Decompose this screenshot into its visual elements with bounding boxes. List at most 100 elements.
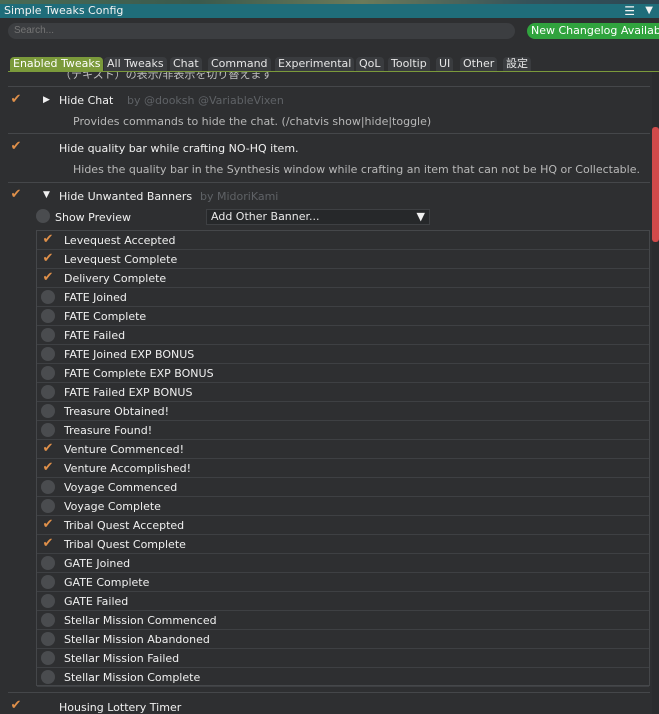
banner-row[interactable]: Treasure Obtained! [37, 402, 649, 421]
tweak-name[interactable]: Hide quality bar while crafting NO-HQ it… [59, 142, 299, 155]
banner-label: FATE Failed EXP BONUS [64, 386, 193, 399]
banner-label: Stellar Mission Abandoned [64, 633, 210, 646]
tweak-enabled-checkbox[interactable]: ✔ [9, 188, 23, 202]
tweak-name[interactable]: Housing Lottery Timer [59, 701, 181, 714]
banner-row[interactable]: ✔ Levequest Complete [37, 250, 649, 269]
hamburger-icon[interactable]: ☰ [624, 4, 635, 18]
add-other-banner-dropdown[interactable]: Add Other Banner... ▼ [206, 209, 430, 225]
banner-checkbox[interactable]: ✔ [41, 252, 55, 266]
banner-row[interactable]: ✔ Venture Accomplished! [37, 459, 649, 478]
tweak-author: by @dooksh @VariableVixen [127, 94, 284, 107]
banner-row[interactable]: ✔ Venture Commenced! [37, 440, 649, 459]
tweak-enabled-checkbox[interactable]: ✔ [9, 93, 23, 107]
tab-other[interactable]: Other [460, 57, 498, 71]
expand-arrow-icon[interactable]: ▶ [43, 95, 50, 105]
banner-label: Tribal Quest Complete [64, 538, 186, 551]
banner-checkbox[interactable] [41, 632, 55, 646]
tab-command[interactable]: Command [208, 57, 271, 71]
tweak-list[interactable]: （テキスト）の表示/非表示を切り替えます ✔ ▶ Hide Chat by @d… [0, 72, 650, 714]
banner-row[interactable]: GATE Complete [37, 573, 649, 592]
tweak-name[interactable]: Hide Unwanted Banners [59, 190, 192, 203]
banner-row[interactable]: GATE Failed [37, 592, 649, 611]
banner-row[interactable]: Voyage Complete [37, 497, 649, 516]
collapse-arrow-icon[interactable]: ▼ [43, 190, 50, 200]
banner-checkbox[interactable] [41, 309, 55, 323]
banner-row[interactable]: Stellar Mission Complete [37, 668, 649, 687]
banner-checkbox[interactable] [41, 328, 55, 342]
show-preview-checkbox[interactable] [36, 209, 50, 223]
banner-row[interactable]: GATE Joined [37, 554, 649, 573]
banner-checkbox[interactable] [41, 575, 55, 589]
tweak-enabled-checkbox[interactable]: ✔ [9, 140, 23, 154]
tab-all-tweaks[interactable]: All Tweaks [104, 57, 167, 71]
banner-row[interactable]: FATE Joined EXP BONUS [37, 345, 649, 364]
banner-row[interactable]: Stellar Mission Abandoned [37, 630, 649, 649]
banner-checkbox[interactable]: ✔ [41, 461, 55, 475]
banner-label: GATE Joined [64, 557, 131, 570]
title-bar[interactable]: Simple Tweaks Config ☰ ▼ [0, 4, 659, 18]
banner-row[interactable]: FATE Complete [37, 307, 649, 326]
banner-checkbox[interactable] [41, 290, 55, 304]
tweak-author: by MidoriKami [200, 190, 279, 203]
banner-checkbox[interactable]: ✔ [41, 442, 55, 456]
banner-list[interactable]: ✔ Levequest Accepted ✔ Levequest Complete ✔ D… [36, 230, 650, 687]
scrollbar[interactable] [652, 72, 659, 714]
tab-chat[interactable]: Chat [170, 57, 202, 71]
banner-row[interactable]: Voyage Commenced [37, 478, 649, 497]
new-changelog-button[interactable]: New Changelog Available [527, 23, 659, 39]
tab-ui[interactable]: UI [436, 57, 454, 71]
banner-label: FATE Complete [64, 310, 147, 323]
banner-checkbox[interactable] [41, 480, 55, 494]
banner-checkbox[interactable] [41, 366, 55, 380]
tab-enabled-tweaks[interactable]: Enabled Tweaks [10, 57, 104, 71]
cut-off-text: （テキスト）の表示/非表示を切り替えます [60, 72, 273, 81]
banner-row[interactable]: ✔ Levequest Accepted [37, 231, 649, 250]
banner-label: Venture Accomplished! [64, 462, 192, 475]
banner-label: Treasure Found! [64, 424, 153, 437]
search-input[interactable] [8, 23, 515, 39]
banner-checkbox[interactable] [41, 423, 55, 437]
banner-row[interactable]: Treasure Found! [37, 421, 649, 440]
banner-checkbox[interactable] [41, 499, 55, 513]
banner-checkbox[interactable] [41, 651, 55, 665]
banner-checkbox[interactable]: ✔ [41, 518, 55, 532]
banner-row[interactable]: ✔ Tribal Quest Accepted [37, 516, 649, 535]
tab-experimental[interactable]: Experimental [275, 57, 355, 71]
add-other-banner-label: Add Other Banner... [211, 210, 320, 223]
scrollbar-thumb[interactable] [652, 127, 659, 242]
tab-settings[interactable]: 設定 [503, 57, 531, 71]
banner-checkbox[interactable]: ✔ [41, 537, 55, 551]
divider [8, 182, 650, 183]
tweak-description: Hides the quality bar in the Synthesis w… [73, 163, 640, 176]
tweak-name[interactable]: Hide Chat [59, 94, 113, 107]
banner-row[interactable]: FATE Joined [37, 288, 649, 307]
banner-row[interactable]: Stellar Mission Commenced [37, 611, 649, 630]
banner-checkbox[interactable]: ✔ [41, 271, 55, 285]
tweak-description: Provides commands to hide the chat. (/ch… [73, 115, 432, 128]
tweak-enabled-checkbox[interactable]: ✔ [9, 699, 23, 713]
banner-row[interactable]: ✔ Tribal Quest Complete [37, 535, 649, 554]
banner-label: FATE Failed [64, 329, 126, 342]
banner-checkbox[interactable] [41, 670, 55, 684]
tab-qol[interactable]: QoL [356, 57, 384, 71]
banner-checkbox[interactable] [41, 594, 55, 608]
banner-label: Stellar Mission Commenced [64, 614, 217, 627]
divider [8, 692, 650, 693]
banner-checkbox[interactable]: ✔ [41, 233, 55, 247]
banner-checkbox[interactable] [41, 404, 55, 418]
banner-label: Levequest Accepted [64, 234, 176, 247]
dropdown-arrow-icon: ▼ [416, 210, 425, 223]
tab-tooltip[interactable]: Tooltip [388, 57, 430, 71]
triangle-down-icon[interactable]: ▼ [645, 4, 653, 18]
banner-label: Venture Commenced! [64, 443, 185, 456]
banner-checkbox[interactable] [41, 385, 55, 399]
banner-row[interactable]: FATE Failed EXP BONUS [37, 383, 649, 402]
banner-checkbox[interactable] [41, 347, 55, 361]
banner-row[interactable]: FATE Failed [37, 326, 649, 345]
banner-checkbox[interactable] [41, 613, 55, 627]
banner-label: Stellar Mission Failed [64, 652, 180, 665]
banner-row[interactable]: Stellar Mission Failed [37, 649, 649, 668]
banner-row[interactable]: FATE Complete EXP BONUS [37, 364, 649, 383]
banner-row[interactable]: ✔ Delivery Complete [37, 269, 649, 288]
banner-checkbox[interactable] [41, 556, 55, 570]
